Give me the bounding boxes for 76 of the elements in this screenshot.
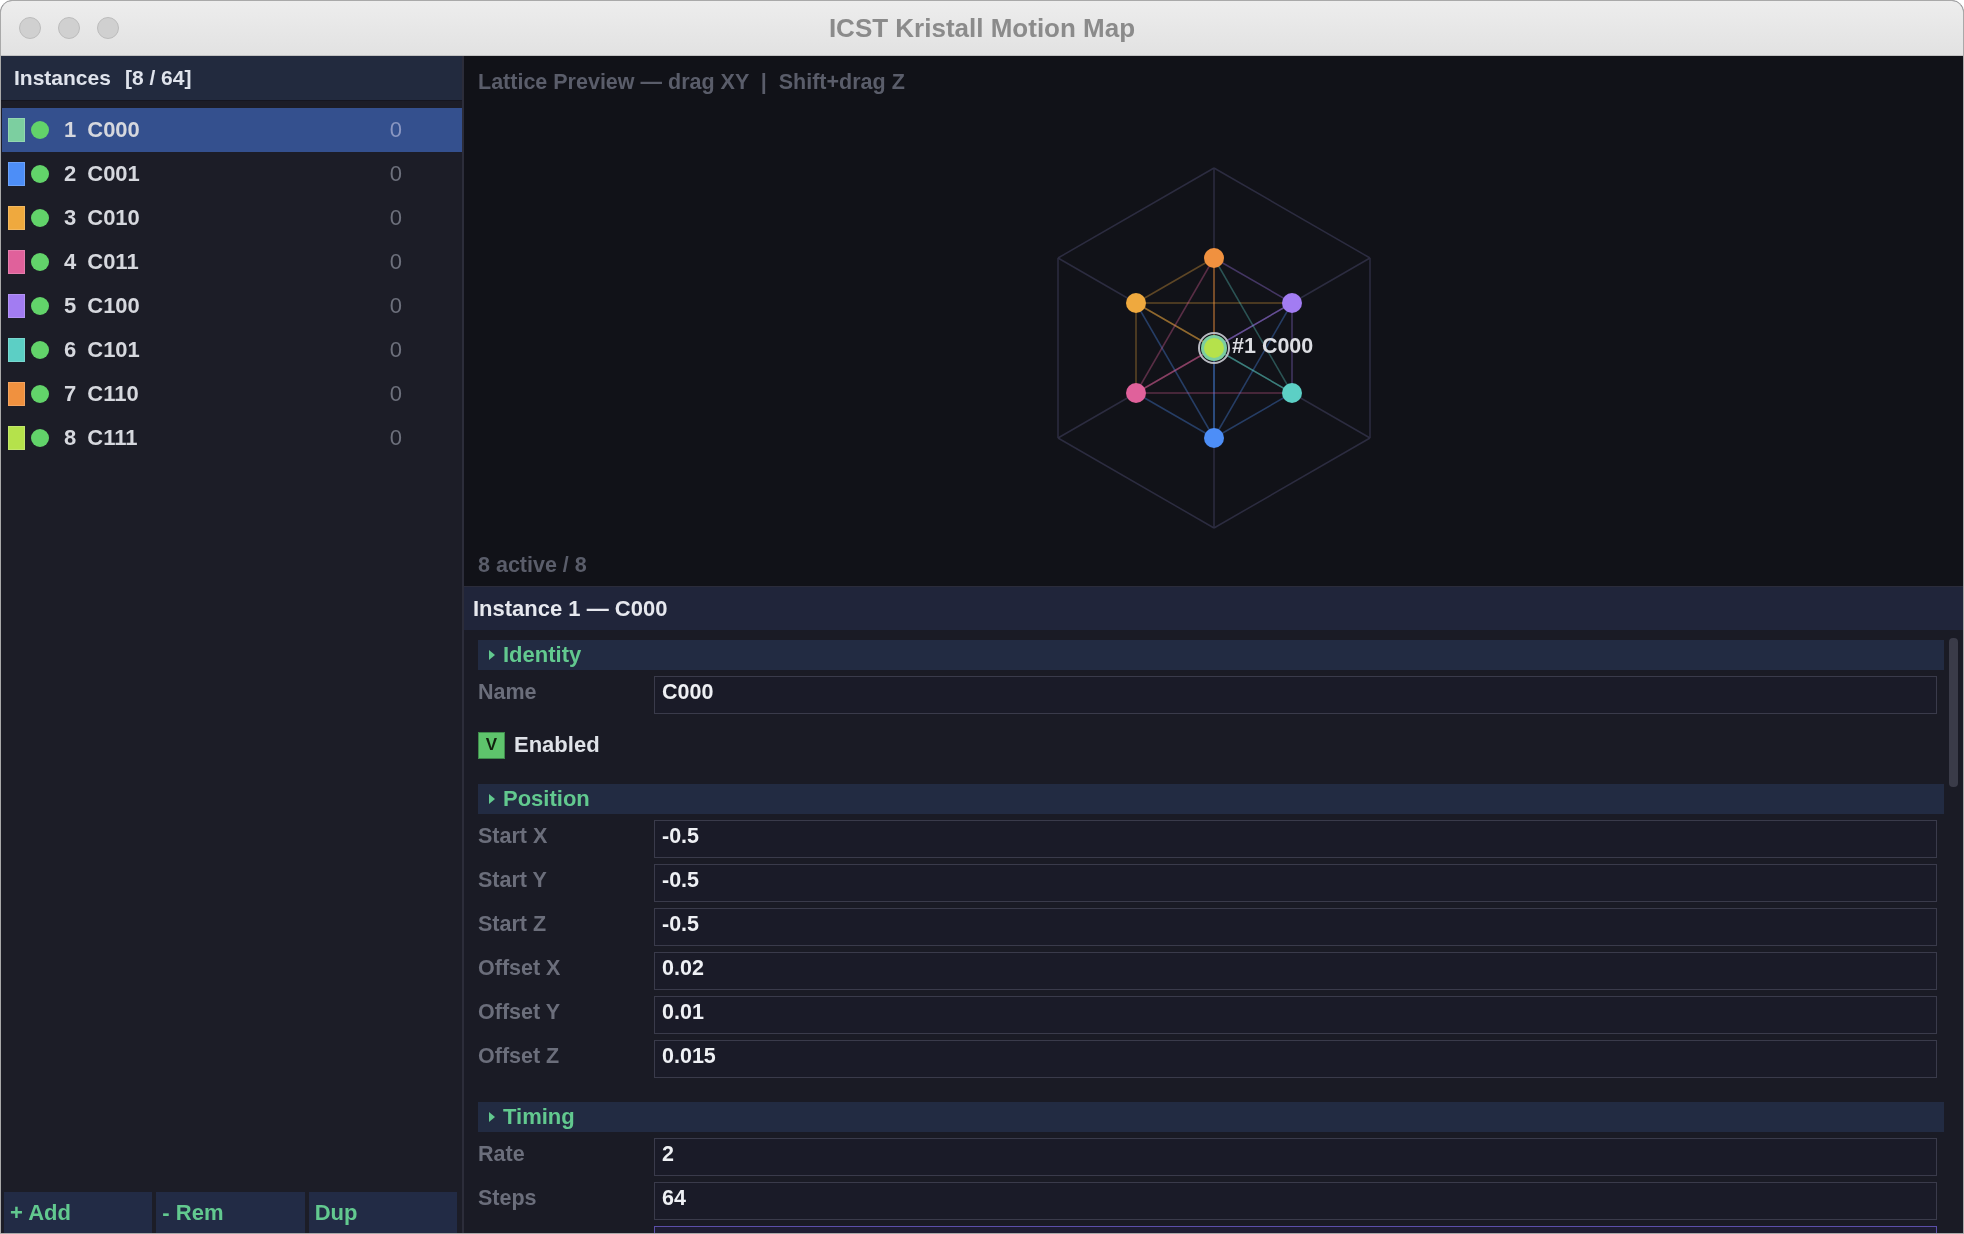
checkbox-label: Enabled [514, 732, 600, 758]
field-label: Start Z [478, 911, 548, 938]
caret-icon [489, 794, 495, 804]
node-dot-icon[interactable] [1281, 383, 1302, 403]
instance-number: 7 [64, 381, 77, 407]
section-header[interactable]: Identity [478, 640, 1944, 670]
checkbox[interactable]: V [478, 731, 505, 759]
instance-list-item[interactable]: 6 C101 0 [2, 328, 462, 372]
node-dot-icon[interactable] [1281, 293, 1302, 313]
list-action-button[interactable]: + Add [4, 1192, 153, 1233]
text-field[interactable]: -0.5 [654, 864, 1937, 902]
text-field[interactable]: 64 [654, 1182, 1937, 1220]
instance-name: C101 [87, 337, 140, 363]
field-label: Rate [478, 1141, 526, 1168]
text-field[interactable]: C000 [654, 676, 1937, 714]
instance-list-item[interactable]: 2 C001 0 [2, 152, 462, 196]
field-label: Offset X [478, 955, 562, 982]
node-dot-icon[interactable] [1125, 383, 1146, 403]
text-field[interactable]: -0.5 [654, 908, 1937, 946]
text-field[interactable]: 2 [654, 1138, 1937, 1176]
field-label: Steps [478, 1185, 538, 1212]
scrollbar-thumb[interactable] [1949, 638, 1958, 787]
list-action-button[interactable]: - Rem [156, 1192, 305, 1233]
instance-count: 0 [389, 337, 402, 363]
instance-name: C000 [87, 117, 140, 143]
instance-number: 1 [64, 117, 77, 143]
instance-name: C011 [87, 249, 139, 275]
node-dot-icon[interactable] [1203, 338, 1224, 358]
instance-list-item[interactable]: 4 C011 0 [2, 240, 462, 284]
field-label: Offset Z [478, 1043, 561, 1070]
text-field[interactable]: 0.01 [654, 996, 1937, 1034]
preview-status: 8 active / 8 [477, 553, 588, 579]
instance-name: C001 [87, 161, 140, 187]
instance-count: 0 [389, 381, 402, 407]
instance-name: C110 [87, 381, 139, 407]
instance-number: 3 [64, 205, 77, 231]
instance-count: 0 [389, 161, 402, 187]
instance-count: 0 [389, 205, 402, 231]
instance-list-item[interactable]: 8 C111 0 [2, 416, 462, 460]
node-dot-icon[interactable] [1203, 248, 1224, 268]
instance-list-item[interactable]: 5 C100 0 [2, 284, 462, 328]
instance-number: 4 [64, 249, 77, 275]
instance-count: 0 [389, 293, 402, 319]
node-label: #1 C000 [1231, 334, 1313, 358]
field-label: Start Y [478, 867, 548, 894]
instance-count: 0 [389, 249, 402, 275]
node-dot-icon[interactable] [1125, 293, 1146, 313]
instance-number: 5 [64, 293, 77, 319]
instance-total: [8 / 64] [124, 66, 192, 90]
caret-icon [489, 1112, 495, 1122]
text-field[interactable]: 0.015 [654, 1040, 1937, 1078]
instance-list-item[interactable]: 3 C010 0 [2, 196, 462, 240]
field-label: Start X [478, 823, 549, 850]
caret-icon [489, 650, 495, 660]
instance-number: 8 [64, 425, 77, 451]
instance-list-item[interactable]: 7 C110 0 [2, 372, 462, 416]
text-field[interactable]: 0.02 [654, 952, 1937, 990]
sidebar-title: Instances [14, 66, 111, 90]
list-action-button[interactable]: Dup [308, 1192, 457, 1233]
instance-list-item[interactable]: 1 C000 0 [2, 108, 462, 152]
instance-name: C111 [87, 425, 138, 451]
instance-name: C010 [87, 205, 140, 231]
window-title: ICST Kristall Motion Map [828, 12, 1136, 44]
instance-name: C100 [87, 293, 140, 319]
preview-hint: Lattice Preview — drag XY | Shift+drag Z [477, 69, 906, 95]
instance-number: 2 [64, 161, 77, 187]
node-dot-icon[interactable] [1203, 428, 1224, 448]
field-label: Offset Y [478, 999, 562, 1026]
field-label: Name [478, 679, 538, 706]
section-header[interactable]: Timing [478, 1102, 1944, 1132]
section-header[interactable]: Position [478, 784, 1944, 814]
inspector-title: Instance 1 — C000 [464, 587, 1963, 630]
instance-count: 0 [389, 117, 402, 143]
instance-count: 0 [389, 425, 402, 451]
text-field[interactable]: -0.5 [654, 820, 1937, 858]
instance-number: 6 [64, 337, 77, 363]
